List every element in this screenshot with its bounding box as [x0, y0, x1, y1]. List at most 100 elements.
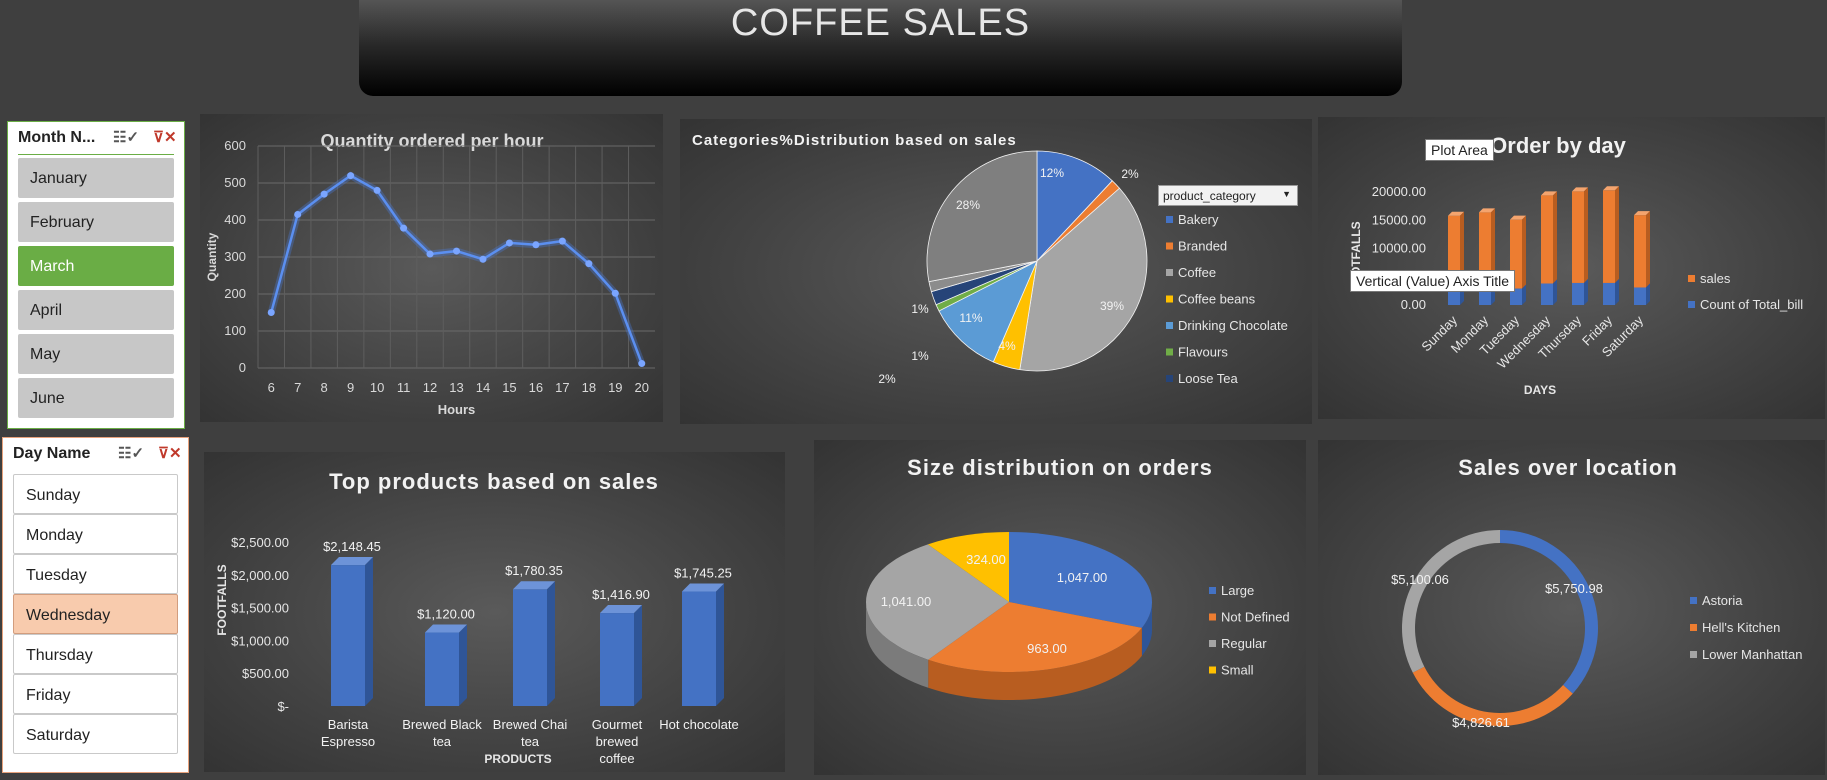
y-tick-label: 0	[239, 360, 246, 375]
slice-label: 1%	[911, 302, 929, 316]
legend-swatch	[1690, 624, 1697, 631]
x-tick-label: 9	[347, 380, 354, 395]
y-tick-label: 600	[224, 138, 246, 153]
day-item-monday[interactable]: Monday	[13, 514, 178, 554]
x-tick-label: 12	[423, 380, 437, 395]
legend-label: Count of Total_bill	[1700, 297, 1803, 312]
hourly-chart-panel[interactable]: Quantity ordered per hour 0 100 200 300 400 50…	[200, 114, 663, 422]
x-tick-label: 14	[476, 380, 490, 395]
legend-label: Hell's Kitchen	[1702, 620, 1780, 635]
multi-select-icon[interactable]: ☷✓	[118, 444, 144, 462]
value-label: $5,100.06	[1391, 572, 1449, 587]
day-item-wednesday[interactable]: Wednesday	[13, 594, 178, 634]
product-bar	[600, 613, 634, 706]
day-chart-panel[interactable]: Order by day0.005000.0010000.0015000.002…	[1318, 117, 1825, 419]
legend-swatch	[1166, 295, 1173, 303]
product-bar	[425, 632, 459, 706]
product-bar	[331, 565, 365, 706]
data-point	[373, 186, 381, 194]
product-bar-side	[365, 557, 373, 706]
data-point	[638, 360, 646, 368]
multi-select-icon[interactable]: ☷✓	[113, 128, 139, 146]
bar-count	[1541, 283, 1553, 305]
product-category-dropdown[interactable]: product_category ▼	[1158, 185, 1298, 206]
data-point	[558, 237, 566, 245]
y-tick-label: 15000.00	[1372, 212, 1426, 227]
dashboard-title: COFFEE SALES	[730, 2, 1031, 44]
slice-label: 12%	[1040, 166, 1064, 180]
value-label: 324.00	[966, 552, 1006, 567]
location-chart-panel[interactable]: Sales over location $5,750.98 $4,826.61 $5,…	[1318, 440, 1825, 775]
data-point	[532, 241, 540, 249]
product-bar	[513, 589, 547, 706]
day-item-thursday[interactable]: Thursday	[13, 634, 178, 674]
bar-sales	[1634, 215, 1646, 288]
slice-label: 2%	[1121, 167, 1139, 181]
y-tick-label: 20000.00	[1372, 184, 1426, 199]
value-label: 1,047.00	[1057, 570, 1108, 585]
donut-segment	[1402, 530, 1500, 673]
y-axis-label: Quantity	[205, 232, 219, 281]
month-item-may[interactable]: May	[18, 334, 174, 374]
product-bar-side	[547, 581, 555, 706]
category-label: Hot chocolate	[659, 717, 739, 732]
bar-sales	[1572, 191, 1584, 283]
month-item-june[interactable]: June	[18, 378, 174, 418]
value-label: $4,826.61	[1452, 715, 1510, 730]
legend-swatch	[1209, 640, 1216, 647]
bar-count	[1603, 282, 1615, 305]
value-label: $2,148.45	[323, 539, 381, 554]
legend-label: Drinking Chocolate	[1178, 318, 1288, 333]
bar-count	[1572, 282, 1584, 305]
value-label: 963.00	[1027, 641, 1067, 656]
y-tick-label: $1,000.00	[231, 633, 289, 648]
product-bar-side	[716, 583, 724, 706]
category-chart-panel[interactable]: Categories%Distribution based on sales 12…	[680, 119, 1312, 424]
month-item-february[interactable]: February	[18, 202, 174, 242]
legend-swatch	[1166, 269, 1173, 276]
data-point	[479, 255, 487, 263]
x-tick-label: 19	[608, 380, 622, 395]
y-tick-label: 200	[224, 286, 246, 301]
data-point	[611, 289, 619, 297]
product-bar	[682, 591, 716, 706]
x-tick-label: 6	[268, 380, 275, 395]
data-point	[294, 210, 302, 218]
y-tick-label: 300	[224, 249, 246, 264]
clear-filter-icon[interactable]: ⊽✕	[153, 128, 177, 146]
legend-label: Branded	[1178, 239, 1227, 254]
x-axis-label: PRODUCTS	[484, 752, 551, 766]
size-chart-panel[interactable]: Size distribution on orders 1,047.00 963.0…	[814, 440, 1306, 775]
day-item-tuesday[interactable]: Tuesday	[13, 554, 178, 594]
products-chart-panel[interactable]: Top products based on sales $- $500.00 $1,0…	[204, 452, 785, 772]
data-point	[426, 250, 434, 258]
clear-filter-icon[interactable]: ⊽✕	[158, 444, 182, 462]
day-item-friday[interactable]: Friday	[13, 674, 178, 714]
value-label: $1,416.90	[592, 587, 650, 602]
x-tick-label: 10	[370, 380, 384, 395]
y-tick-label: 100	[224, 323, 246, 338]
bar-count-side	[1615, 278, 1619, 305]
legend-swatch	[1209, 587, 1216, 594]
month-item-march[interactable]: March	[18, 246, 174, 286]
day-item-sunday[interactable]: Sunday	[13, 474, 178, 514]
x-axis-label: Hours	[438, 402, 476, 417]
slice-label: 39%	[1100, 299, 1124, 313]
data-point	[453, 247, 460, 255]
legend-label: sales	[1700, 271, 1731, 286]
day-item-saturday[interactable]: Saturday	[13, 714, 178, 754]
legend-label: Flavours	[1178, 345, 1228, 360]
day-slicer: Day Name ☷✓ ⊽✕ Sunday Monday Tuesday Wed…	[2, 437, 189, 773]
bar-count-side	[1553, 279, 1557, 305]
y-tick-label: $2,000.00	[231, 568, 289, 583]
x-tick-label: 7	[294, 380, 301, 395]
data-point	[505, 239, 513, 247]
legend-label: Large	[1221, 583, 1254, 598]
slice-label: 2%	[878, 372, 896, 386]
product-bar-side	[634, 605, 642, 706]
month-item-april[interactable]: April	[18, 290, 174, 330]
month-item-january[interactable]: January	[18, 158, 174, 198]
x-tick-label: 8	[321, 380, 328, 395]
legend-swatch	[1209, 666, 1216, 674]
value-label: $1,780.35	[505, 563, 563, 578]
